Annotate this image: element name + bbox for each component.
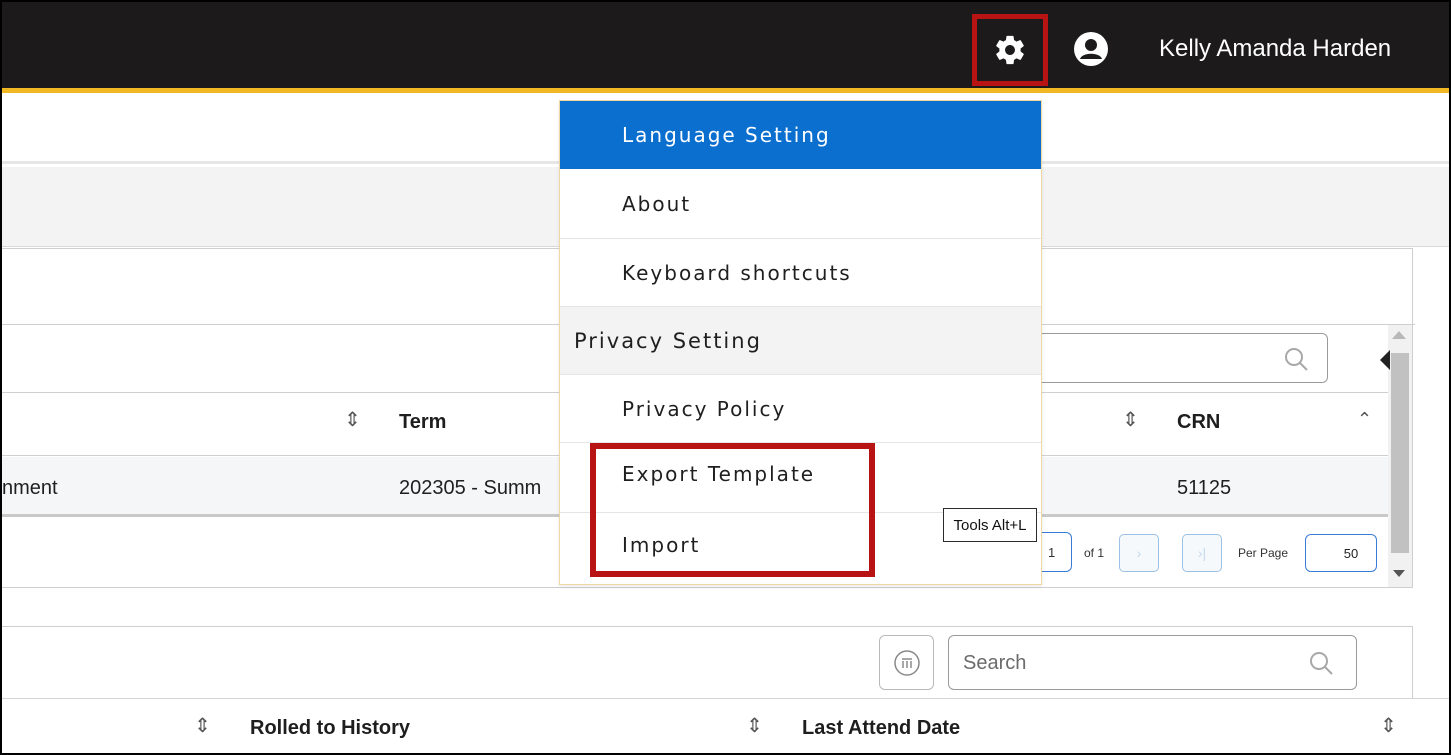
sort-icon[interactable]: ⇕: [344, 407, 361, 432]
grid-search-input-2[interactable]: Search: [948, 635, 1357, 690]
sort-icon[interactable]: ⇕: [194, 713, 211, 738]
scroll-down-icon[interactable]: [1393, 570, 1405, 577]
sort-icon[interactable]: ⇕: [1122, 407, 1139, 432]
search-icon: [1310, 652, 1333, 675]
next-page-button[interactable]: ›: [1119, 534, 1159, 572]
menu-item-about[interactable]: About: [560, 169, 1041, 239]
vertical-scrollbar[interactable]: [1388, 325, 1412, 587]
app-window: Kelly Amanda Harden ⇕ Term ⇕ CRN ⌃ nment…: [0, 0, 1451, 755]
page-count-label: of 1: [1084, 546, 1105, 560]
grid-search-input[interactable]: [1034, 333, 1328, 383]
table-cell-term: 202305 - Summ: [399, 477, 542, 499]
chevron-right-icon: ›: [1136, 545, 1142, 561]
scrollbar-thumb[interactable]: [1391, 353, 1409, 553]
column-header-term[interactable]: Term: [399, 411, 446, 434]
column-chooser-button[interactable]: [879, 635, 934, 690]
column-header-last-attend-date[interactable]: Last Attend Date: [802, 717, 960, 740]
last-page-button[interactable]: ›|: [1182, 534, 1222, 572]
last-page-icon: ›|: [1197, 545, 1207, 561]
scroll-up-icon[interactable]: [1392, 331, 1406, 339]
user-circle-icon[interactable]: [1073, 31, 1109, 67]
sort-icon[interactable]: ⇕: [1380, 713, 1397, 738]
menu-section-privacy-setting: Privacy Setting: [560, 307, 1041, 375]
gear-icon: [996, 35, 1024, 65]
column-header-rolled-to-history[interactable]: Rolled to History: [250, 717, 410, 740]
menu-item-keyboard-shortcuts[interactable]: Keyboard shortcuts: [560, 239, 1041, 307]
search-placeholder: Search: [963, 652, 1027, 674]
menu-item-label: Keyboard shortcuts: [622, 260, 852, 285]
table-header-row-2: ⇕ Rolled to History ⇕ Last Attend Date ⇕: [2, 698, 1449, 753]
menu-section-label: Privacy Setting: [574, 328, 762, 353]
settings-button[interactable]: [972, 14, 1048, 86]
user-name[interactable]: Kelly Amanda Harden: [1159, 35, 1391, 63]
per-page-select[interactable]: 50: [1305, 534, 1377, 572]
menu-item-label: Language Setting: [622, 123, 831, 147]
page-number-input[interactable]: 1: [1042, 532, 1072, 572]
tooltip: Tools Alt+L: [943, 508, 1037, 542]
collapse-arrow-icon[interactable]: [1380, 350, 1390, 370]
column-header-crn[interactable]: CRN: [1177, 411, 1220, 434]
sort-icon[interactable]: ⇕: [746, 713, 763, 738]
sort-ascending-icon[interactable]: ⌃: [1357, 409, 1372, 430]
table-cell-crn: 51125: [1177, 477, 1232, 499]
menu-item-language-setting[interactable]: Language Setting: [560, 101, 1041, 169]
menu-item-privacy-policy[interactable]: Privacy Policy: [560, 375, 1041, 443]
menu-item-label: Privacy Policy: [622, 396, 787, 421]
columns-icon: [893, 649, 920, 676]
top-bar: Kelly Amanda Harden: [2, 2, 1449, 93]
table-cell: nment: [2, 477, 58, 499]
search-icon: [1285, 348, 1308, 371]
per-page-label: Per Page: [1238, 546, 1289, 560]
highlight-annotation: [590, 443, 875, 577]
menu-item-label: About: [622, 191, 692, 216]
